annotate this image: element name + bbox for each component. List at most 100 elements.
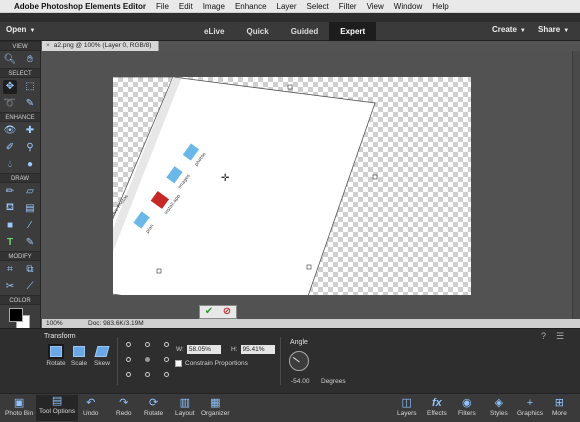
menu-filter[interactable]: Filter xyxy=(339,2,357,11)
smart-brush-icon[interactable]: ✐ xyxy=(3,141,17,155)
skew-transform-button[interactable]: Skew xyxy=(91,346,113,367)
rotate-transform-button[interactable]: Rotate xyxy=(45,346,67,367)
undo-button[interactable]: ↶ Undo xyxy=(83,397,99,417)
width-field[interactable]: W: 58.05% xyxy=(176,345,221,354)
layout-label: Layout xyxy=(175,410,195,417)
sponge-tool-icon[interactable]: ● xyxy=(23,158,37,172)
menu-view[interactable]: View xyxy=(367,2,384,11)
document-tab[interactable]: × a2.png @ 100% (Layer 0, RGB/8) xyxy=(42,41,159,51)
menu-help[interactable]: Help xyxy=(432,2,448,11)
rotate-bottom-label: Rotate xyxy=(144,410,164,417)
section-color: COLOR xyxy=(0,295,40,305)
lasso-tool-icon[interactable]: ➰ xyxy=(3,97,17,111)
canvas-area[interactable]: plan install.app images photos Drive Pho… xyxy=(42,51,580,319)
tab-quick[interactable]: Quick xyxy=(235,22,279,41)
rotated-image[interactable]: plan install.app images photos Drive Pho… xyxy=(113,77,471,295)
organizer-icon: ▦ xyxy=(210,397,221,409)
effects-button[interactable]: fx Effects xyxy=(427,397,447,417)
photo-bin-button[interactable]: ▣ Photo Bin xyxy=(5,397,33,417)
type-tool-icon[interactable]: T xyxy=(3,236,17,250)
tool-options-icon: ▤ xyxy=(51,395,63,407)
graphics-button[interactable]: + Graphics xyxy=(517,397,543,417)
reference-point-locator[interactable] xyxy=(126,342,170,378)
transparent-canvas[interactable]: plan install.app images photos Drive Pho… xyxy=(113,77,471,295)
height-input[interactable]: 95.41% xyxy=(240,345,275,354)
zoom-tool-icon[interactable]: 🔍︎ xyxy=(3,53,17,67)
section-enhance: ENHANCE xyxy=(0,112,40,122)
tab-expert[interactable]: Expert xyxy=(329,22,377,41)
more-button[interactable]: ⊞ More xyxy=(552,397,567,417)
shape-tool-icon[interactable]: ■ xyxy=(3,219,17,233)
gradient-tool-icon[interactable]: ▤ xyxy=(23,202,37,216)
help-icon[interactable]: ? xyxy=(541,331,546,341)
open-label: Open xyxy=(6,25,27,34)
create-button[interactable]: Create ▼ xyxy=(492,25,526,34)
scale-transform-button[interactable]: Scale xyxy=(68,346,90,367)
constrain-proportions[interactable]: Constrain Proportions xyxy=(175,360,248,367)
right-scrollbar[interactable] xyxy=(572,51,580,319)
divider xyxy=(280,337,281,385)
undo-icon: ↶ xyxy=(86,397,96,409)
layout-icon: ▥ xyxy=(179,397,190,409)
angle-value[interactable]: -54.00 xyxy=(291,378,309,385)
section-modify: MODIFY xyxy=(0,251,40,261)
mode-bar: Open ▼ eLive Quick Guided Expert Create ▼ … xyxy=(0,22,580,41)
eyedropper-icon[interactable]: ⁄ xyxy=(23,219,37,233)
recompose-tool-icon[interactable]: ⧉ xyxy=(23,263,37,277)
crop-tool-icon[interactable]: ⌗ xyxy=(3,263,17,277)
skew-label: Skew xyxy=(94,360,110,367)
eraser-tool-icon[interactable]: ▱ xyxy=(23,185,37,199)
menu-window[interactable]: Window xyxy=(394,2,422,11)
quick-selection-icon[interactable]: ✎ xyxy=(23,97,37,111)
reference-point-icon[interactable]: ✛ xyxy=(221,173,229,184)
marquee-tool-icon[interactable]: ⬚ xyxy=(23,80,37,94)
menu-image[interactable]: Image xyxy=(203,2,225,11)
move-tool-icon[interactable]: ✥ xyxy=(3,79,17,94)
clone-stamp-icon[interactable]: ⚲ xyxy=(23,141,37,155)
more-grid-icon: ⊞ xyxy=(554,397,565,409)
tool-options-button[interactable]: ▤ Tool Options xyxy=(36,395,79,421)
open-button[interactable]: Open ▼ xyxy=(6,25,35,34)
menu-enhance[interactable]: Enhance xyxy=(235,2,267,11)
commit-checkmark-icon[interactable]: ✔ xyxy=(200,306,218,318)
height-field[interactable]: H: 95.41% xyxy=(231,345,275,354)
blur-tool-icon[interactable]: 💧︎ xyxy=(3,158,17,172)
spot-healing-icon[interactable]: ✚ xyxy=(23,124,37,138)
redo-button[interactable]: ↷ Redo xyxy=(116,397,132,417)
menu-file[interactable]: File xyxy=(156,2,169,11)
photo-bin-label: Photo Bin xyxy=(5,410,34,417)
styles-button[interactable]: ◈ Styles xyxy=(490,397,508,417)
angle-dial[interactable] xyxy=(289,351,309,371)
app-name[interactable]: Adobe Photoshop Elements Editor xyxy=(14,2,146,11)
red-eye-icon[interactable]: 👁︎ xyxy=(3,124,17,138)
cancel-icon[interactable]: ⊘ xyxy=(218,306,236,318)
foreground-color-swatch[interactable] xyxy=(9,308,23,322)
menu-select[interactable]: Select xyxy=(307,2,329,11)
pencil-tool-icon[interactable]: ✎ xyxy=(23,236,37,250)
tab-elive[interactable]: eLive xyxy=(193,22,235,41)
organizer-button[interactable]: ▦ Organizer xyxy=(201,397,230,417)
styles-icon: ◈ xyxy=(494,397,504,409)
content-aware-move-icon[interactable]: ✂︎ xyxy=(3,280,17,294)
brush-tool-icon[interactable]: ✏︎ xyxy=(3,185,17,199)
options-menu-icon[interactable]: ☰ xyxy=(556,331,564,342)
layout-button[interactable]: ▥ Layout xyxy=(175,397,195,417)
width-input[interactable]: 58.05% xyxy=(186,345,221,354)
mode-tabs: eLive Quick Guided Expert xyxy=(193,22,377,41)
tab-guided[interactable]: Guided xyxy=(280,22,330,41)
zoom-level[interactable]: 100% xyxy=(46,319,63,328)
layers-button[interactable]: ◫ Layers xyxy=(397,397,417,417)
chevron-down-icon: ▼ xyxy=(519,28,526,34)
rotate-button[interactable]: ⟳ Rotate xyxy=(144,397,163,417)
straighten-tool-icon[interactable]: ⟋ xyxy=(23,280,37,294)
menu-layer[interactable]: Layer xyxy=(277,2,297,11)
constrain-checkbox[interactable] xyxy=(175,360,182,367)
paint-bucket-icon[interactable]: ⛾ xyxy=(3,202,17,216)
document-size[interactable]: Doc: 983.6K/3.19M xyxy=(88,319,144,328)
menu-edit[interactable]: Edit xyxy=(179,2,193,11)
close-icon[interactable]: × xyxy=(46,42,50,49)
hand-tool-icon[interactable]: ✋︎ xyxy=(23,53,37,67)
filters-button[interactable]: ◉ Filters xyxy=(458,397,476,417)
divider xyxy=(117,337,118,385)
share-button[interactable]: Share ▼ xyxy=(538,25,569,34)
